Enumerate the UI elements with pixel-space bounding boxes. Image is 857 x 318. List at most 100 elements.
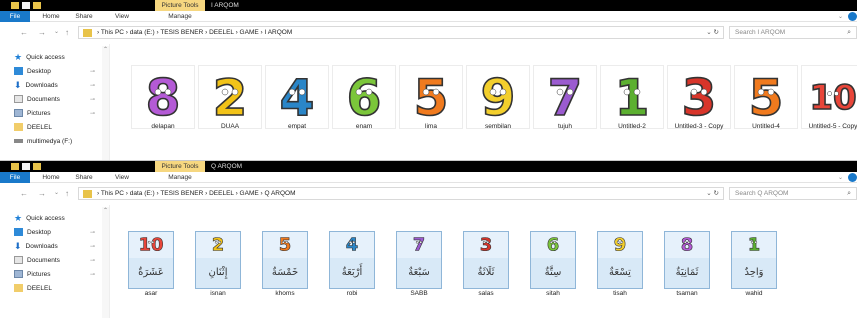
pin-icon[interactable]: ⊸ bbox=[90, 94, 95, 106]
file-thumbnail[interactable]: 1 bbox=[601, 66, 663, 128]
forward-icon[interactable]: → bbox=[38, 189, 46, 198]
file-thumbnail[interactable]: 8 ثَمَانِيَةٌ bbox=[664, 231, 710, 289]
sidebar-item[interactable]: Pictures ⊸ bbox=[14, 108, 95, 120]
sidebar-item[interactable]: Desktop ⊸ bbox=[14, 66, 95, 78]
file-thumbnail[interactable]: 10 عَشَرَةٌ bbox=[128, 231, 174, 289]
file-name[interactable]: tujuh bbox=[527, 123, 603, 130]
file-name[interactable]: empat bbox=[259, 123, 335, 130]
sidebar-item[interactable]: Documents ⊸ bbox=[14, 94, 95, 106]
tab-share[interactable]: Share bbox=[70, 172, 98, 183]
search-icon[interactable]: ⌕ bbox=[847, 188, 851, 199]
forward-icon[interactable]: → bbox=[38, 28, 46, 37]
file-name[interactable]: DUAA bbox=[192, 123, 268, 130]
file-thumbnail[interactable]: 8 bbox=[132, 66, 194, 128]
file-thumbnail[interactable]: 3 bbox=[668, 66, 730, 128]
sidebar-item[interactable]: ⬇ Downloads ⊸ bbox=[14, 80, 95, 92]
file-thumbnail[interactable]: 3 ثَلَاثَةٌ bbox=[463, 231, 509, 289]
help-icon[interactable] bbox=[848, 12, 857, 21]
breadcrumb[interactable]: › This PC › data (E:) › TESIS BENER › DE… bbox=[97, 27, 292, 38]
pin-icon[interactable]: ⊸ bbox=[90, 66, 95, 78]
up-icon[interactable]: ↑ bbox=[65, 189, 69, 198]
file-name[interactable]: Untitled-3 - Copy bbox=[661, 123, 737, 130]
file-name[interactable]: enam bbox=[326, 123, 402, 130]
breadcrumb[interactable]: › This PC › data (E:) › TESIS BENER › DE… bbox=[97, 188, 296, 199]
file-thumbnail[interactable]: 7 bbox=[534, 66, 596, 128]
file-thumbnail[interactable]: 5 bbox=[400, 66, 462, 128]
file-thumbnail[interactable]: 4 bbox=[266, 66, 328, 128]
file-name[interactable]: delapan bbox=[125, 123, 201, 130]
file-name[interactable]: Untitled-2 bbox=[594, 123, 670, 130]
file-name[interactable]: isnan bbox=[188, 290, 248, 297]
tab-home[interactable]: Home bbox=[37, 172, 65, 183]
search-icon[interactable]: ⌕ bbox=[847, 27, 851, 38]
file-thumbnail[interactable]: 4 أَرْبَعَةٌ bbox=[329, 231, 375, 289]
pin-icon[interactable]: ⊸ bbox=[90, 80, 95, 92]
search-input[interactable]: Search I ARQOM ⌕ bbox=[729, 26, 857, 39]
address-bar[interactable]: › This PC › data (E:) › TESIS BENER › DE… bbox=[78, 26, 724, 39]
sidebar-item[interactable]: Documents ⊸ bbox=[14, 255, 95, 267]
tab-share[interactable]: Share bbox=[70, 11, 98, 22]
tab-manage[interactable]: Manage bbox=[162, 172, 198, 183]
tab-file[interactable]: File bbox=[0, 11, 30, 22]
sidebar-item[interactable]: multimedya (F:) bbox=[14, 136, 72, 148]
recent-locations-icon[interactable]: ⌄ bbox=[54, 28, 59, 37]
file-thumbnail[interactable]: 6 سِتَّةٌ bbox=[530, 231, 576, 289]
file-thumbnail[interactable]: 5 bbox=[735, 66, 797, 128]
file-name[interactable]: khoms bbox=[255, 290, 315, 297]
recent-locations-icon[interactable]: ⌄ bbox=[54, 189, 59, 198]
sidebar-item[interactable]: ★ Quick access bbox=[14, 213, 65, 225]
new-folder-icon[interactable] bbox=[33, 2, 41, 9]
properties-icon[interactable] bbox=[22, 163, 30, 170]
back-icon[interactable]: ← bbox=[20, 28, 28, 37]
file-thumbnail[interactable]: 2 إِثْنَانِ bbox=[195, 231, 241, 289]
file-name[interactable]: lima bbox=[393, 123, 469, 130]
sidebar-item[interactable]: Desktop ⊸ bbox=[14, 227, 95, 239]
file-thumbnail[interactable]: 7 سَبْعَةٌ bbox=[396, 231, 442, 289]
file-name[interactable]: sitah bbox=[523, 290, 583, 297]
properties-icon[interactable] bbox=[22, 2, 30, 9]
pin-icon[interactable]: ⊸ bbox=[90, 108, 95, 120]
search-input[interactable]: Search Q ARQOM ⌕ bbox=[729, 187, 857, 200]
pin-icon[interactable]: ⊸ bbox=[90, 241, 95, 253]
tab-manage[interactable]: Manage bbox=[162, 11, 198, 22]
file-thumbnail[interactable]: 6 bbox=[333, 66, 395, 128]
scroll-up-icon[interactable]: ⌃ bbox=[102, 207, 109, 214]
address-controls[interactable]: ⌄ ↻ bbox=[706, 27, 719, 38]
sidebar-item[interactable]: Pictures ⊸ bbox=[14, 269, 95, 281]
sidebar-item[interactable]: ⬇ Downloads ⊸ bbox=[14, 241, 95, 253]
file-thumbnail[interactable]: 9 تِسْعَةٌ bbox=[597, 231, 643, 289]
tab-file[interactable]: File bbox=[0, 172, 30, 183]
file-thumbnail[interactable]: 5 خَمْسَةٌ bbox=[262, 231, 308, 289]
file-thumbnail[interactable]: 1 وَاحِدٌ bbox=[731, 231, 777, 289]
file-name[interactable]: Untitled-4 bbox=[728, 123, 804, 130]
nav-scrollbar[interactable]: ⌃ bbox=[102, 207, 109, 318]
folder-icon[interactable] bbox=[11, 2, 19, 9]
sidebar-item[interactable]: ★ Quick access bbox=[14, 52, 65, 64]
address-controls[interactable]: ⌄ ↻ bbox=[706, 188, 719, 199]
file-thumbnail[interactable]: 10 bbox=[802, 66, 857, 128]
sidebar-item[interactable]: DEELEL bbox=[14, 122, 52, 134]
file-name[interactable]: wahid bbox=[724, 290, 784, 297]
file-name[interactable]: SABB bbox=[389, 290, 449, 297]
address-bar[interactable]: › This PC › data (E:) › TESIS BENER › DE… bbox=[78, 187, 724, 200]
file-name[interactable]: robi bbox=[322, 290, 382, 297]
ribbon-expand-icon[interactable]: ⌄ bbox=[838, 13, 843, 20]
tab-view[interactable]: View bbox=[108, 11, 136, 22]
new-folder-icon[interactable] bbox=[33, 163, 41, 170]
folder-icon[interactable] bbox=[11, 163, 19, 170]
back-icon[interactable]: ← bbox=[20, 189, 28, 198]
file-name[interactable]: tisah bbox=[590, 290, 650, 297]
file-name[interactable]: Untitled-5 - Copy bbox=[795, 123, 857, 130]
pin-icon[interactable]: ⊸ bbox=[90, 255, 95, 267]
pin-icon[interactable]: ⊸ bbox=[90, 269, 95, 281]
tab-home[interactable]: Home bbox=[37, 11, 65, 22]
ribbon-expand-icon[interactable]: ⌄ bbox=[838, 174, 843, 181]
tab-view[interactable]: View bbox=[108, 172, 136, 183]
pin-icon[interactable]: ⊸ bbox=[90, 227, 95, 239]
file-thumbnail[interactable]: 2 bbox=[199, 66, 261, 128]
help-icon[interactable] bbox=[848, 173, 857, 182]
scroll-up-icon[interactable]: ⌃ bbox=[102, 46, 109, 53]
file-name[interactable]: salas bbox=[456, 290, 516, 297]
up-icon[interactable]: ↑ bbox=[65, 28, 69, 37]
file-name[interactable]: tsaman bbox=[657, 290, 717, 297]
